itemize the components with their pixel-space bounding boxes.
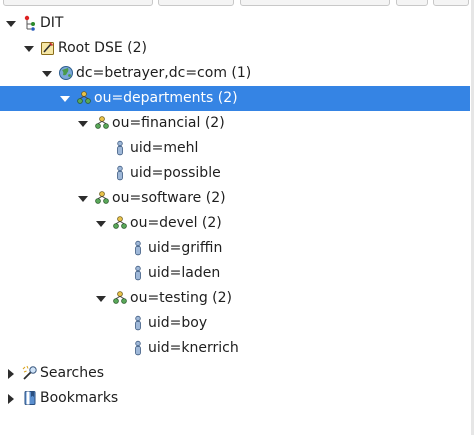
- tree-node-label: Bookmarks: [40, 390, 119, 406]
- person-icon: [135, 265, 141, 281]
- tree-node-label: uid=laden: [148, 265, 221, 281]
- tree-node-label: uid=mehl: [130, 140, 199, 156]
- org-unit-icon: [113, 216, 127, 229]
- tree-node-label: uid=boy: [148, 315, 208, 331]
- person-icon: [117, 140, 123, 156]
- tree-node-uid-possible[interactable]: uid=possible: [0, 161, 470, 186]
- tree-node-label: ou=departments (2): [94, 90, 238, 106]
- tree-node-label: uid=griffin: [148, 240, 223, 256]
- tree-node-uid-knerrich[interactable]: uid=knerrich: [0, 336, 470, 361]
- expand-toggle[interactable]: [8, 394, 14, 404]
- tree-node-ou-financial[interactable]: ou=financial (2): [0, 111, 470, 136]
- expand-toggle[interactable]: [8, 369, 14, 379]
- dit-icon: [24, 15, 35, 31]
- tree-node-label: ou=devel (2): [130, 215, 222, 231]
- expand-toggle[interactable]: [96, 296, 106, 302]
- tree-node-root-dse[interactable]: Root DSE (2): [0, 36, 470, 61]
- tree-node-bookmarks[interactable]: Bookmarks: [0, 386, 470, 411]
- tree-node-dc-betrayer[interactable]: dc=betrayer,dc=com (1): [0, 61, 470, 86]
- tree-node-ou-departments[interactable]: ou=departments (2): [0, 86, 470, 111]
- tree-node-label: Root DSE (2): [58, 40, 147, 56]
- expand-toggle[interactable]: [78, 121, 88, 127]
- tree-node-label: uid=possible: [130, 165, 221, 181]
- tree-node-uid-mehl[interactable]: uid=mehl: [0, 136, 470, 161]
- tree-node-uid-griffin[interactable]: uid=griffin: [0, 236, 470, 261]
- tree-node-dit[interactable]: DIT: [0, 11, 470, 36]
- expand-toggle[interactable]: [60, 96, 70, 102]
- expand-toggle[interactable]: [24, 46, 34, 52]
- expand-toggle[interactable]: [42, 71, 52, 77]
- toolbar-segment: [3, 0, 153, 6]
- toolbar-segment: [240, 0, 390, 6]
- org-unit-icon: [95, 116, 109, 129]
- tree-node-label: ou=software (2): [112, 190, 226, 206]
- tree-node-ou-software[interactable]: ou=software (2): [0, 186, 470, 211]
- expand-toggle[interactable]: [96, 221, 106, 227]
- root-dse-icon: [41, 42, 54, 55]
- tree-node-searches[interactable]: Searches: [0, 361, 470, 386]
- tree-node-ou-testing[interactable]: ou=testing (2): [0, 286, 470, 311]
- toolbar-segment: [433, 0, 469, 6]
- toolbar-segment: [158, 0, 234, 6]
- expand-toggle[interactable]: [78, 196, 88, 202]
- person-icon: [135, 240, 141, 256]
- person-icon: [117, 165, 123, 181]
- tree-node-uid-laden[interactable]: uid=laden: [0, 261, 470, 286]
- searches-icon: [22, 365, 37, 380]
- person-icon: [135, 340, 141, 356]
- tree-node-label: ou=testing (2): [130, 290, 232, 306]
- org-unit-icon: [77, 91, 91, 104]
- person-icon: [135, 315, 141, 331]
- tree-node-label: DIT: [40, 15, 64, 31]
- org-unit-icon: [113, 291, 127, 304]
- org-unit-icon: [95, 191, 109, 204]
- globe-icon: [59, 66, 73, 80]
- toolbar-segment: [396, 0, 428, 6]
- tree-node-label: uid=knerrich: [148, 340, 239, 356]
- tree-node-uid-boy[interactable]: uid=boy: [0, 311, 470, 336]
- tree-node-label: Searches: [40, 365, 105, 381]
- tree-node-label: dc=betrayer,dc=com (1): [76, 65, 252, 81]
- toolbar-strip: [0, 0, 474, 8]
- expand-toggle[interactable]: [6, 21, 16, 27]
- tree-node-label: ou=financial (2): [112, 115, 225, 131]
- bookmarks-icon: [24, 391, 36, 405]
- tree-node-ou-devel[interactable]: ou=devel (2): [0, 211, 470, 236]
